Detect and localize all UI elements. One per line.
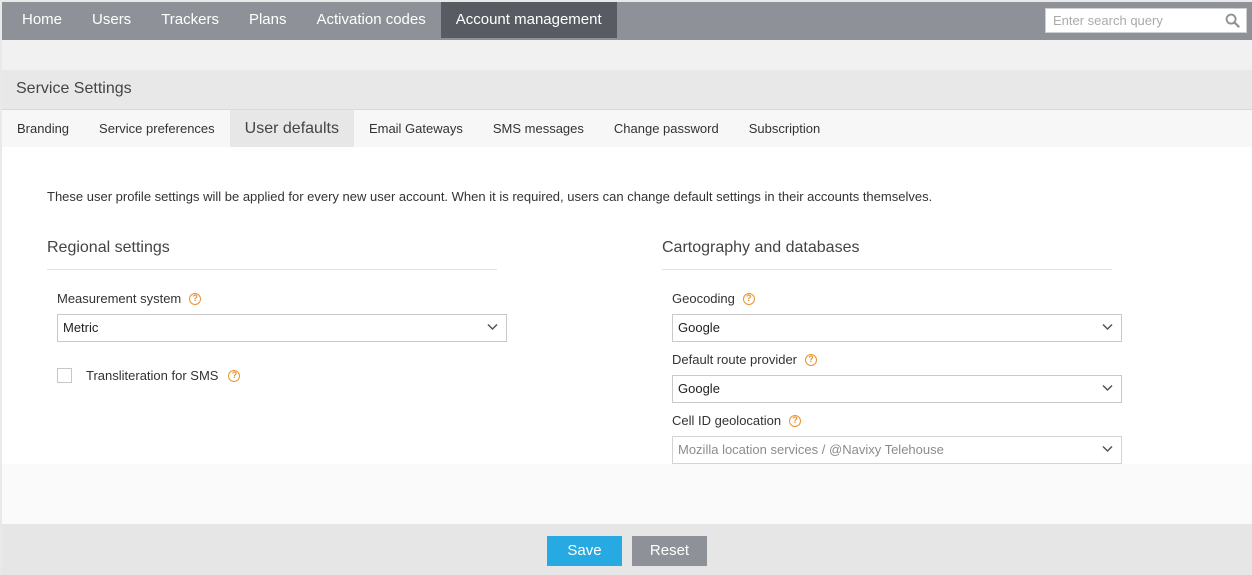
- measurement-system-value: Metric: [63, 320, 99, 335]
- chevron-down-icon: [487, 323, 498, 331]
- tab-service-preferences[interactable]: Service preferences: [84, 110, 230, 147]
- tab-change-password[interactable]: Change password: [599, 110, 734, 147]
- cartography-title: Cartography and databases: [662, 239, 860, 256]
- transliteration-label: Transliteration for SMS: [86, 368, 219, 383]
- chevron-down-icon: [1102, 384, 1113, 392]
- geocoding-value: Google: [678, 320, 720, 335]
- settings-tabs: Branding Service preferences User defaul…: [2, 110, 1252, 147]
- tab-user-defaults[interactable]: User defaults: [229, 110, 354, 147]
- regional-settings-title: Regional settings: [47, 239, 170, 256]
- route-provider-text: Default route provider: [672, 352, 798, 367]
- cell-id-label: Cell ID geolocation ?: [672, 413, 802, 428]
- search-box: [1045, 8, 1247, 33]
- route-provider-label: Default route provider ?: [672, 352, 818, 367]
- content-spacer: [2, 464, 1252, 524]
- settings-content: These user profile settings will be appl…: [2, 147, 1252, 464]
- help-icon[interactable]: ?: [189, 292, 202, 305]
- search-input[interactable]: [1046, 9, 1216, 32]
- chevron-down-icon: [1102, 323, 1113, 331]
- tab-email-gateways[interactable]: Email Gateways: [354, 110, 478, 147]
- page-title: Service Settings: [16, 80, 132, 97]
- measurement-system-select[interactable]: Metric: [57, 314, 507, 342]
- cartography-divider: [662, 269, 1112, 270]
- tab-subscription[interactable]: Subscription: [734, 110, 836, 147]
- measurement-system-text: Measurement system: [57, 291, 182, 306]
- nav-item-trackers[interactable]: Trackers: [146, 2, 234, 38]
- action-footer: Save Reset: [2, 524, 1252, 575]
- nav-item-account-management[interactable]: Account management: [440, 2, 617, 38]
- search-icon[interactable]: [1225, 13, 1240, 28]
- help-icon[interactable]: ?: [805, 353, 818, 366]
- geocoding-text: Geocoding: [672, 291, 735, 306]
- help-icon[interactable]: ?: [789, 414, 802, 427]
- nav-item-plans[interactable]: Plans: [234, 2, 302, 38]
- help-icon[interactable]: ?: [228, 369, 241, 382]
- save-button[interactable]: Save: [547, 536, 622, 566]
- intro-text: These user profile settings will be appl…: [47, 189, 933, 204]
- chevron-down-icon: [1102, 445, 1113, 453]
- cell-id-value: Mozilla location services / @Navixy Tele…: [678, 442, 944, 457]
- geocoding-select[interactable]: Google: [672, 314, 1122, 342]
- spacer: [2, 40, 1252, 70]
- measurement-system-label: Measurement system ?: [57, 291, 202, 306]
- tab-sms-messages[interactable]: SMS messages: [478, 110, 599, 147]
- cell-id-select[interactable]: Mozilla location services / @Navixy Tele…: [672, 436, 1122, 464]
- cell-id-text: Cell ID geolocation: [672, 413, 782, 428]
- nav-item-users[interactable]: Users: [77, 2, 146, 38]
- transliteration-row: Transliteration for SMS ?: [57, 368, 241, 383]
- help-icon[interactable]: ?: [742, 292, 755, 305]
- geocoding-label: Geocoding ?: [672, 291, 755, 306]
- top-navigation-bar: Home Users Trackers Plans Activation cod…: [2, 2, 1252, 40]
- transliteration-checkbox[interactable]: [57, 368, 72, 383]
- nav-item-activation-codes[interactable]: Activation codes: [302, 2, 441, 38]
- nav-item-home[interactable]: Home: [2, 2, 77, 38]
- route-provider-value: Google: [678, 381, 720, 396]
- regional-divider: [47, 269, 497, 270]
- tab-branding[interactable]: Branding: [2, 110, 84, 147]
- panel-header: Service Settings: [2, 70, 1252, 110]
- reset-button[interactable]: Reset: [632, 536, 707, 566]
- route-provider-select[interactable]: Google: [672, 375, 1122, 403]
